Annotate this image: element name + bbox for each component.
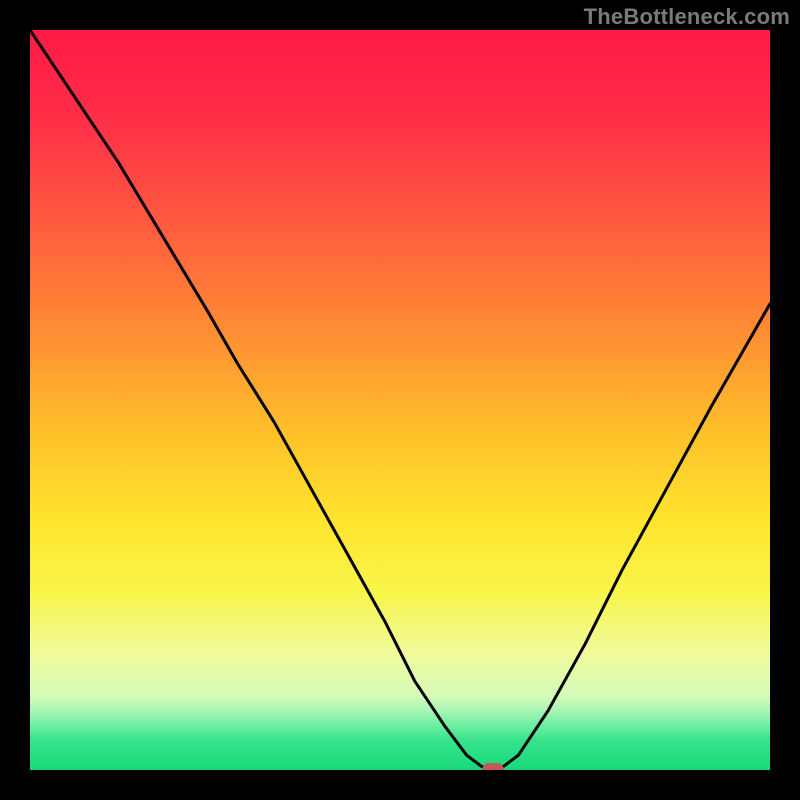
chart-frame: TheBottleneck.com bbox=[0, 0, 800, 800]
watermark-text: TheBottleneck.com bbox=[584, 4, 790, 30]
gradient-background bbox=[30, 30, 770, 770]
plot-area bbox=[30, 30, 770, 770]
